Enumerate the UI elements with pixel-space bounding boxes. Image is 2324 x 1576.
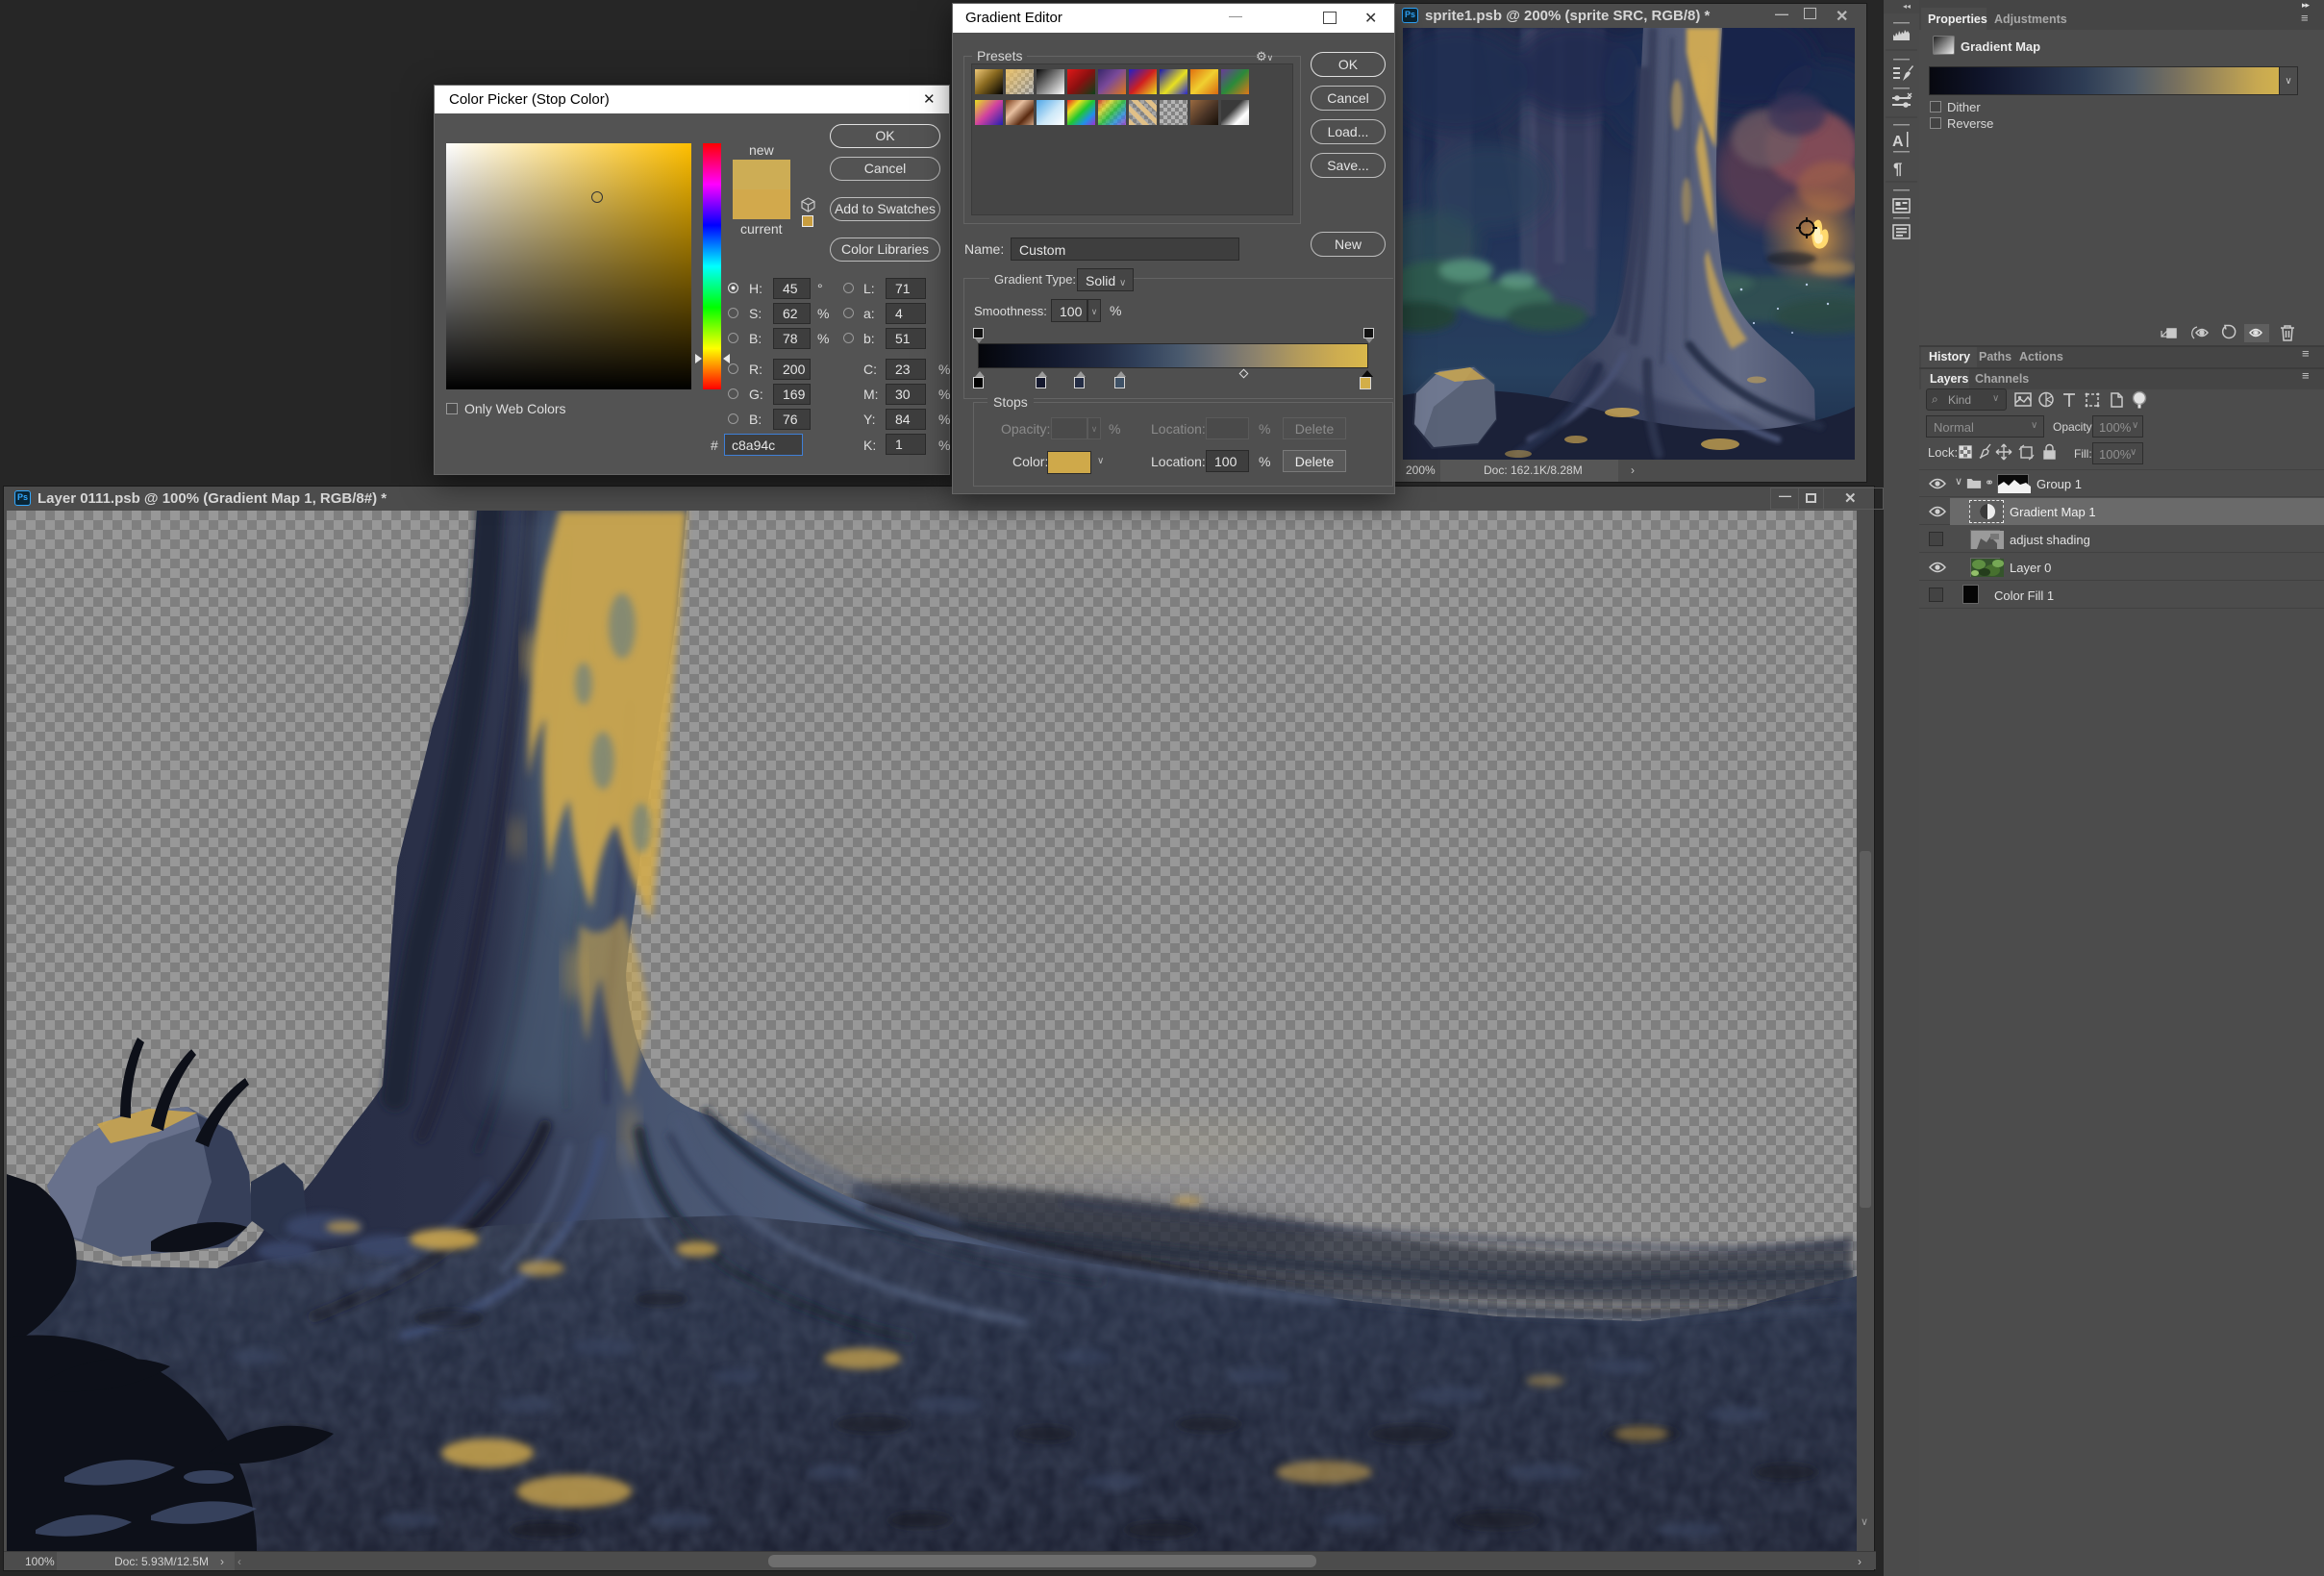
- svg-text:A: A: [1892, 134, 1904, 150]
- svg-text:¶: ¶: [1893, 160, 1902, 178]
